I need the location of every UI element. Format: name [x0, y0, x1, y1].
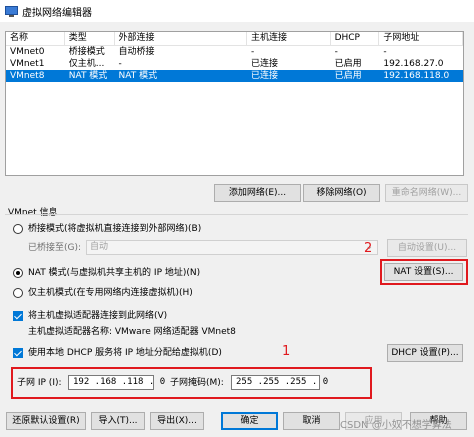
table-cell: - [334, 47, 338, 57]
table-cell: 已启用 [334, 59, 362, 69]
bridged-to-select[interactable]: 自动 ⌄ [86, 240, 378, 255]
table-cell: NAT 模式 [68, 71, 108, 81]
table-cell: 桥接模式 [68, 47, 105, 57]
table-cell: - [383, 47, 387, 57]
adapter-name-text: 主机虚拟适配器名称: VMware 网络适配器 VMnet8 [28, 327, 236, 337]
annotation-box-subnet [11, 367, 372, 399]
table-cell: 192.168.118.0 [383, 71, 450, 81]
annotation-marker-2: 2 [364, 241, 373, 256]
vmnet-info-heading: VMnet 信息 [8, 208, 58, 218]
watermark: CSDN @小奴不想学算法 [340, 420, 452, 431]
add-network-button[interactable]: 添加网络(E)... [214, 184, 301, 202]
table-cell: VMnet1 [10, 59, 45, 69]
dhcp-settings-button[interactable]: DHCP 设置(P)... [387, 344, 463, 362]
table-row-selected[interactable]: VMnet8 NAT 模式 NAT 模式 已连接 已启用 192.168.118… [6, 70, 463, 82]
annotation-box-nat-settings [380, 259, 468, 285]
host-only-radio[interactable] [13, 288, 23, 298]
column-header[interactable]: DHCP [331, 32, 380, 45]
column-header[interactable]: 主机连接 [247, 32, 331, 45]
column-header[interactable]: 名称 [6, 32, 65, 45]
nat-mode-radio[interactable] [13, 268, 23, 278]
table-cell: - [250, 47, 255, 57]
column-header[interactable]: 外部连接 [115, 32, 247, 45]
auto-settings-button[interactable]: 自动设置(U)... [387, 239, 467, 257]
window-title: 虚拟网络编辑器 [22, 7, 92, 19]
bridged-mode-label[interactable]: 桥接模式(将虚拟机直接连接到外部网络)(B) [28, 223, 201, 235]
table-cell: VMnet0 [10, 47, 45, 57]
table-cell: VMnet8 [10, 71, 45, 81]
table-header: 名称 类型 外部连接 主机连接 DHCP 子网地址 [6, 32, 463, 46]
ok-button[interactable]: 确定 [221, 412, 278, 430]
nat-mode-label[interactable]: NAT 模式(与虚拟机共享主机的 IP 地址)(N) [28, 267, 200, 279]
bridged-to-value: 自动 [90, 242, 109, 252]
export-button[interactable]: 导出(X)... [150, 412, 204, 430]
connect-adapter-label[interactable]: 将主机虚拟适配器连接到此网络(V) [28, 310, 167, 322]
bridged-to-label: 已桥接至(G): [28, 243, 82, 253]
rename-network-button[interactable]: 重命名网络(W)... [385, 184, 468, 202]
network-list[interactable]: 名称 类型 外部连接 主机连接 DHCP 子网地址 VMnet0 桥接模式 自动… [5, 31, 464, 176]
table-cell: - [118, 59, 122, 69]
table-cell: 192.168.27.0 [383, 59, 444, 69]
table-cell: 仅主机... [68, 59, 105, 69]
network-editor-icon [5, 5, 18, 17]
connect-adapter-checkbox[interactable] [13, 311, 23, 321]
column-header[interactable]: 子网地址 [379, 32, 463, 45]
use-dhcp-checkbox[interactable] [13, 348, 23, 358]
table-row[interactable]: VMnet1 仅主机... - 已连接 已启用 192.168.27.0 [6, 58, 463, 70]
import-button[interactable]: 导入(T)... [91, 412, 145, 430]
remove-network-button[interactable]: 移除网络(O) [303, 184, 380, 202]
table-cell: 已连接 [250, 59, 278, 69]
cancel-button[interactable]: 取消 [283, 412, 340, 430]
table-cell: NAT 模式 [118, 71, 158, 81]
column-header[interactable]: 类型 [65, 32, 115, 45]
bridged-mode-radio[interactable] [13, 224, 23, 234]
table-cell: 已连接 [250, 71, 278, 81]
use-dhcp-label[interactable]: 使用本地 DHCP 服务将 IP 地址分配给虚拟机(D) [28, 347, 222, 359]
host-only-label[interactable]: 仅主机模式(在专用网络内连接虚拟机)(H) [28, 287, 193, 299]
group-divider [5, 214, 468, 215]
table-cell: 已启用 [334, 71, 362, 81]
table-cell: 自动桥接 [118, 47, 155, 57]
title-bar: 虚拟网络编辑器 [0, 0, 474, 22]
annotation-marker-1: 1 [282, 344, 291, 359]
table-row[interactable]: VMnet0 桥接模式 自动桥接 - - - [6, 46, 463, 58]
restore-defaults-button[interactable]: 还原默认设置(R) [6, 412, 86, 430]
